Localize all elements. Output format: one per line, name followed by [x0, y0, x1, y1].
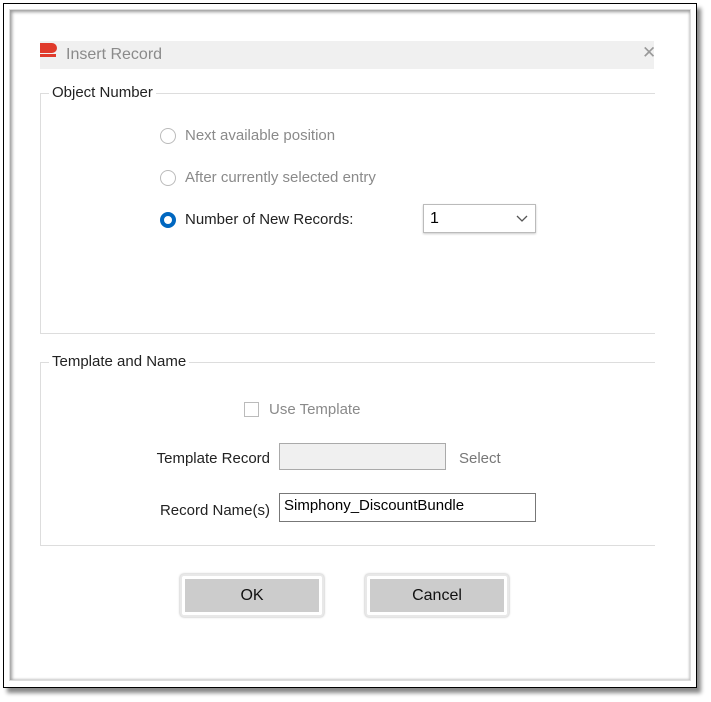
template-record-label: Template Record	[156, 450, 270, 467]
record-count-dropdown[interactable]: 1	[423, 204, 536, 233]
record-count-value: 1	[430, 210, 439, 227]
radio-after-selected[interactable]	[160, 170, 176, 186]
record-names-label: Record Name(s)	[159, 502, 270, 519]
select-template-link[interactable]: Select	[459, 450, 501, 467]
template-record-field[interactable]	[279, 443, 446, 470]
dialog-title: Insert Record	[66, 46, 163, 63]
radio-after-selected-label: After currently selected entry	[185, 169, 376, 186]
radio-next-available[interactable]	[160, 128, 176, 144]
ok-button-label: OK	[185, 579, 319, 612]
close-icon[interactable]: ✕	[642, 43, 656, 63]
cancel-button-label: Cancel	[370, 579, 504, 612]
record-names-field[interactable]: Simphony_DiscountBundle	[279, 493, 536, 522]
use-template-label: Use Template	[269, 401, 361, 418]
chevron-down-icon	[516, 215, 528, 222]
object-number-label: Object Number	[49, 84, 156, 101]
template-name-label: Template and Name	[49, 353, 190, 370]
use-template-checkbox[interactable]	[244, 402, 259, 417]
title-bar: Insert Record ✕	[40, 41, 656, 69]
ok-button[interactable]: OK	[180, 574, 324, 617]
cancel-button[interactable]: Cancel	[365, 574, 509, 617]
radio-number-new-records-label: Number of New Records:	[185, 211, 354, 228]
radio-next-available-label: Next available position	[185, 127, 336, 144]
app-logo-icon	[40, 43, 57, 57]
radio-number-new-records[interactable]	[160, 212, 176, 228]
